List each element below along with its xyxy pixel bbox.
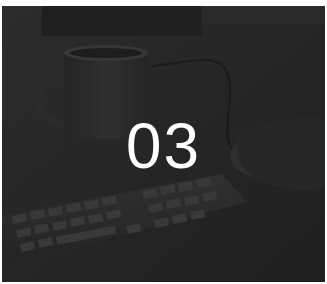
image-tile: 03 <box>2 6 325 282</box>
step-number: 03 <box>125 110 202 182</box>
